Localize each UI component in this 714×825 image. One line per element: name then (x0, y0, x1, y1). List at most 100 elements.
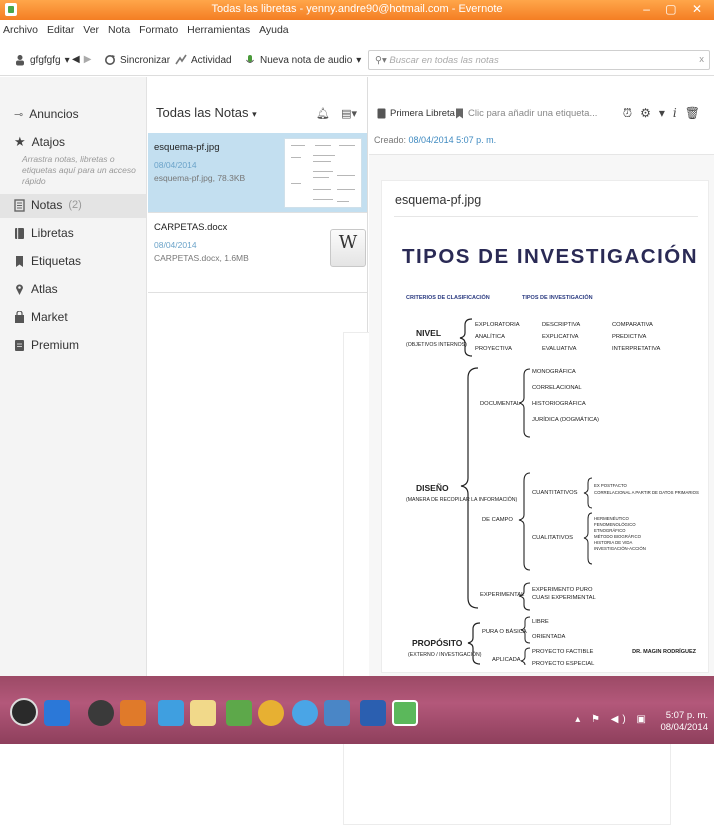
menu-archivo[interactable]: Archivo (0, 20, 41, 36)
note-list-header[interactable]: Todas las Notas ▾ (156, 105, 257, 120)
reminder-icon[interactable]: 🔔︎ (316, 108, 330, 120)
menu-ver[interactable]: Ver (80, 20, 102, 36)
back-arrow-icon[interactable]: ◀ (72, 54, 80, 65)
user-icon (16, 55, 24, 66)
folder-icon[interactable] (190, 700, 216, 726)
nivel-c0: COMPARATIVA (612, 322, 653, 328)
chrome-icon[interactable] (258, 700, 284, 726)
system-clock[interactable]: 5:07 p. m. 08/04/2014 (660, 710, 708, 734)
nivel-c2: INTERPRETATIVA (612, 346, 660, 352)
trash-icon[interactable]: 🗑︎ (685, 106, 708, 120)
criterion-nivel: NIVEL (416, 328, 441, 338)
note-thumbnail (284, 138, 362, 208)
editor-tools: ⏰︎⚙▾i🗑︎ (623, 106, 708, 121)
account-name: gfgfgfg (30, 54, 61, 66)
col-tipos: TIPOS DE INVESTIGACIÓN (522, 293, 593, 301)
diagram-title: TIPOS DE INVESTIGACIÓN (402, 244, 698, 268)
criterion-proposito-sub: (EXTERNO / INVESTIGACIÓN) (408, 651, 482, 658)
activity-button[interactable]: Actividad (175, 54, 232, 66)
created-info: Creado: 08/04/2014 5:07 p. m. (374, 135, 496, 145)
reminder-icon[interactable]: ⏰︎ (623, 106, 640, 120)
clear-search-icon[interactable]: x (699, 54, 704, 65)
sidebar-item-anuncios[interactable]: ⊸ Anuncios (14, 107, 79, 121)
evernote-taskbar-icon[interactable] (392, 700, 418, 726)
tag-input[interactable]: Clic para añadir una etiqueta... (455, 108, 597, 119)
share-icon[interactable]: ⚙▾ (640, 106, 673, 120)
note-title: esquema-pf.jpg (154, 142, 220, 153)
notebook-icon (377, 108, 386, 119)
nivel-b0: DESCRIPTIVA (542, 322, 580, 328)
note-date: 08/04/2014 (154, 160, 197, 170)
sidebar-item-label: Libretas (31, 226, 74, 240)
sidebar-item-premium[interactable]: Premium (14, 338, 79, 352)
menu-formato[interactable]: Formato (136, 20, 181, 36)
media-player-icon[interactable] (44, 700, 70, 726)
menu-herramientas[interactable]: Herramientas (184, 20, 253, 36)
documental-item-0: MONOGRÁFICA (532, 368, 576, 375)
created-date: 08/04/2014 5:07 p. m. (408, 135, 497, 145)
sidebar-item-label: Premium (31, 338, 80, 352)
aplicada-item-1: PROYECTO ESPECIAL (532, 661, 595, 667)
documental-item-3: JURÍDICA (DOGMÁTICA) (532, 416, 599, 423)
window-titlebar: Todas las libretas - yenny.andre90@hotma… (0, 0, 714, 20)
sync-button[interactable]: Sincronizar (104, 54, 170, 66)
explorer-icon[interactable] (158, 700, 184, 726)
app-icon[interactable] (88, 700, 114, 726)
sidebar-item-libretas[interactable]: Libretas (14, 226, 74, 240)
note-editor: Primera Libreta ▾ Clic para añadir una e… (369, 77, 714, 676)
word-document-icon: W doc (330, 229, 671, 825)
window-title: Todas las libretas - yenny.andre90@hotma… (211, 3, 503, 15)
info-icon[interactable]: i (673, 106, 685, 120)
sidebar-item-label: Notas (31, 198, 63, 212)
cualitativos-label: CUALITATIVOS (532, 535, 573, 541)
start-button-icon[interactable] (10, 698, 38, 726)
paint-icon[interactable] (120, 700, 146, 726)
notebook-selector[interactable]: Primera Libreta ▾ (377, 108, 463, 119)
search-input[interactable]: ⚲▾ Buscar en todas las notas x (368, 50, 710, 70)
menu-ayuda[interactable]: Ayuda (256, 20, 292, 36)
caret-down-icon: ▾ (356, 54, 362, 66)
sidebar-item-market[interactable]: Market (14, 310, 68, 324)
documental-item-1: CORRELACIONAL (532, 385, 582, 391)
editor-header: Primera Libreta ▾ Clic para añadir una e… (369, 77, 714, 155)
sidebar-item-atlas[interactable]: Atlas (14, 282, 58, 296)
forward-arrow-icon[interactable]: ▶ (84, 54, 92, 65)
sync-label: Sincronizar (120, 54, 171, 66)
criterion-diseno-sub: (MANERA DE RECOPILAR LA INFORMACIÓN) (406, 496, 518, 503)
view-options-icon[interactable]: ▤▾ (341, 108, 357, 120)
music-icon[interactable] (226, 700, 252, 726)
menu-nota[interactable]: Nota (105, 20, 133, 36)
notebook-name: Primera Libreta (390, 108, 455, 119)
cuantitativos-label: CUANTITATIVOS (532, 490, 578, 496)
pura-item-1: ORIENTADA (532, 634, 566, 640)
nivel-a0: EXPLORATORIA (475, 322, 520, 328)
window-controls[interactable]: – ▢ ✕ (643, 2, 708, 16)
shortcuts-hint: Arrastra notas, libretas o etiquetas aqu… (22, 154, 136, 186)
history-nav[interactable]: ◀ ▶ (72, 54, 91, 65)
browser-icon[interactable] (292, 700, 318, 726)
sidebar-item-etiquetas[interactable]: Etiquetas (14, 254, 81, 268)
aplicada-item-0: PROYECTO FACTIBLE (532, 649, 594, 655)
menu-editar[interactable]: Editar (44, 20, 77, 36)
nivel-b2: EVALUATIVA (542, 346, 577, 352)
note-card[interactable]: CARPETAS.docx 08/04/2014 CARPETAS.docx, … (148, 213, 671, 825)
note-body[interactable]: esquema-pf.jpg TIPOS DE INVESTIGACIÓN CR… (381, 180, 709, 673)
note-date: 08/04/2014 (154, 240, 197, 250)
windows-taskbar: ▴ ⚑ ◀) ▣ 5:07 p. m. 08/04/2014 (0, 676, 714, 744)
note-card[interactable]: esquema-pf.jpg 08/04/2014 esquema-pf.jpg… (148, 133, 367, 213)
word-icon[interactable] (360, 700, 386, 726)
note-list: Todas las Notas ▾ 🔔︎ ▤▾ esquema-pf.jpg 0… (148, 77, 671, 825)
tag-icon (456, 108, 463, 119)
activity-icon (175, 54, 187, 65)
network-icon[interactable] (324, 700, 350, 726)
sidebar-item-notas[interactable]: Notas (2) (14, 198, 82, 212)
sidebar: ⊸ Anuncios ★ Atajos Arrastra notas, libr… (0, 77, 147, 676)
system-tray-icons[interactable]: ▴ ⚑ ◀) ▣ (575, 714, 650, 725)
star-icon: ★ (14, 134, 26, 149)
sidebar-item-atajos[interactable]: ★ Atajos (14, 134, 65, 150)
note-title-field[interactable]: esquema-pf.jpg (395, 193, 481, 207)
nivel-a2: PROYECTIVA (475, 346, 512, 352)
audio-note-label: Nueva nota de audio (260, 54, 353, 66)
account-menu[interactable]: gfgfgfg ▾ (14, 54, 70, 66)
audio-note-button[interactable]: Nueva nota de audio ▾ (244, 54, 361, 66)
